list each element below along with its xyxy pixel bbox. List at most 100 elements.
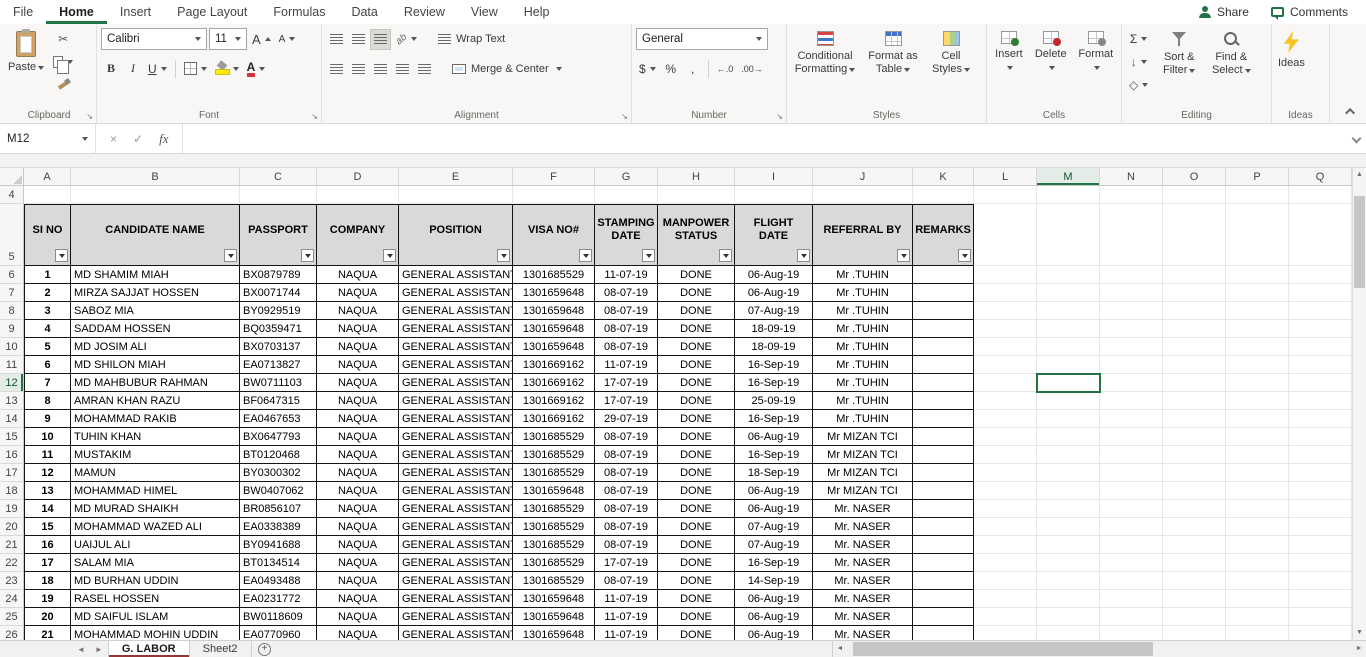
cell-H14[interactable]: DONE (658, 410, 735, 428)
italic-button[interactable]: I (123, 58, 143, 79)
cell-L26[interactable] (974, 626, 1037, 640)
font-dialog-launcher[interactable]: ↘ (311, 112, 318, 121)
cell-I17[interactable]: 18-Sep-19 (735, 464, 813, 482)
cell-O10[interactable] (1163, 338, 1226, 356)
cell-O17[interactable] (1163, 464, 1226, 482)
cell-E24[interactable]: GENERAL ASSISTANT (399, 590, 513, 608)
align-left-button[interactable] (326, 59, 346, 80)
cell-E25[interactable]: GENERAL ASSISTANT (399, 608, 513, 626)
scroll-up-icon[interactable]: ▲ (1353, 168, 1366, 182)
cell-A19[interactable]: 14 (24, 500, 71, 518)
vertical-scrollbar[interactable]: ▲ ▼ (1352, 168, 1366, 640)
comma-style-button[interactable]: , (683, 58, 703, 79)
cell-D21[interactable]: NAQUA (317, 536, 399, 554)
cell-G18[interactable]: 08-07-19 (595, 482, 658, 500)
paste-button[interactable]: Paste (6, 28, 46, 104)
cell-F15[interactable]: 1301685529 (513, 428, 595, 446)
row-header-5[interactable]: 5 (0, 204, 24, 266)
cell-F7[interactable]: 1301659648 (513, 284, 595, 302)
column-header-B[interactable]: B (71, 168, 240, 186)
cell-K24[interactable] (913, 590, 974, 608)
table-header-cell-J[interactable]: REFERRAL BY (813, 204, 913, 266)
row-header-16[interactable]: 16 (0, 446, 24, 464)
cell-Q14[interactable] (1289, 410, 1352, 428)
cell-M14[interactable] (1037, 410, 1100, 428)
cell-B24[interactable]: RASEL HOSSEN (71, 590, 240, 608)
cell-A13[interactable]: 8 (24, 392, 71, 410)
row-header-22[interactable]: 22 (0, 554, 24, 572)
increase-indent-button[interactable] (414, 59, 434, 80)
cell-O22[interactable] (1163, 554, 1226, 572)
cell-N24[interactable] (1100, 590, 1163, 608)
cell-P19[interactable] (1226, 500, 1289, 518)
row-header-23[interactable]: 23 (0, 572, 24, 590)
cell-H9[interactable]: DONE (658, 320, 735, 338)
cell-H26[interactable]: DONE (658, 626, 735, 640)
cell-P11[interactable] (1226, 356, 1289, 374)
cell-F16[interactable]: 1301685529 (513, 446, 595, 464)
cell-D10[interactable]: NAQUA (317, 338, 399, 356)
cell-P6[interactable] (1226, 266, 1289, 284)
align-right-button[interactable] (370, 59, 390, 80)
column-header-E[interactable]: E (399, 168, 513, 186)
cell-D20[interactable]: NAQUA (317, 518, 399, 536)
cell-F21[interactable]: 1301685529 (513, 536, 595, 554)
cell-D8[interactable]: NAQUA (317, 302, 399, 320)
cell-J24[interactable]: Mr. NASER (813, 590, 913, 608)
cell-N15[interactable] (1100, 428, 1163, 446)
cell-Q18[interactable] (1289, 482, 1352, 500)
merge-center-button[interactable]: Merge & Center (448, 58, 566, 80)
cell-C9[interactable]: BQ0359471 (240, 320, 317, 338)
cell-G19[interactable]: 08-07-19 (595, 500, 658, 518)
column-header-Q[interactable]: Q (1289, 168, 1352, 186)
cell-L6[interactable] (974, 266, 1037, 284)
cell-G10[interactable]: 08-07-19 (595, 338, 658, 356)
cell-I21[interactable]: 07-Aug-19 (735, 536, 813, 554)
cell-C24[interactable]: EA0231772 (240, 590, 317, 608)
cell-K25[interactable] (913, 608, 974, 626)
cell-I14[interactable]: 16-Sep-19 (735, 410, 813, 428)
cell-L15[interactable] (974, 428, 1037, 446)
cell-H19[interactable]: DONE (658, 500, 735, 518)
cell-M8[interactable] (1037, 302, 1100, 320)
cell-F26[interactable]: 1301659648 (513, 626, 595, 640)
cell-H6[interactable]: DONE (658, 266, 735, 284)
cell-Q12[interactable] (1289, 374, 1352, 392)
cell-A15[interactable]: 10 (24, 428, 71, 446)
cell-C4[interactable] (240, 186, 317, 204)
cell-P5[interactable] (1226, 204, 1289, 266)
cell-G23[interactable]: 08-07-19 (595, 572, 658, 590)
row-header-21[interactable]: 21 (0, 536, 24, 554)
cell-E6[interactable]: GENERAL ASSISTANT (399, 266, 513, 284)
cell-M15[interactable] (1037, 428, 1100, 446)
cell-G7[interactable]: 08-07-19 (595, 284, 658, 302)
table-header-cell-C[interactable]: PASSPORT (240, 204, 317, 266)
cell-E15[interactable]: GENERAL ASSISTANT (399, 428, 513, 446)
cell-H21[interactable]: DONE (658, 536, 735, 554)
cell-O4[interactable] (1163, 186, 1226, 204)
cell-E10[interactable]: GENERAL ASSISTANT (399, 338, 513, 356)
copy-button[interactable] (50, 51, 76, 72)
cell-Q16[interactable] (1289, 446, 1352, 464)
cell-H7[interactable]: DONE (658, 284, 735, 302)
cell-H15[interactable]: DONE (658, 428, 735, 446)
collapse-ribbon-button[interactable] (1344, 104, 1358, 118)
cell-B13[interactable]: AMRAN KHAN RAZU (71, 392, 240, 410)
cell-J8[interactable]: Mr .TUHIN (813, 302, 913, 320)
vertical-scroll-track[interactable] (1353, 182, 1366, 626)
cell-F13[interactable]: 1301669162 (513, 392, 595, 410)
table-header-cell-B[interactable]: CANDIDATE NAME (71, 204, 240, 266)
cell-I26[interactable]: 06-Aug-19 (735, 626, 813, 640)
cell-M17[interactable] (1037, 464, 1100, 482)
cell-G17[interactable]: 08-07-19 (595, 464, 658, 482)
filter-button-C[interactable] (301, 249, 314, 262)
cell-M10[interactable] (1037, 338, 1100, 356)
cell-P23[interactable] (1226, 572, 1289, 590)
cell-B9[interactable]: SADDAM HOSSEN (71, 320, 240, 338)
cell-Q11[interactable] (1289, 356, 1352, 374)
cell-A20[interactable]: 15 (24, 518, 71, 536)
column-header-P[interactable]: P (1226, 168, 1289, 186)
cell-Q10[interactable] (1289, 338, 1352, 356)
cell-F18[interactable]: 1301659648 (513, 482, 595, 500)
cell-C18[interactable]: BW0407062 (240, 482, 317, 500)
